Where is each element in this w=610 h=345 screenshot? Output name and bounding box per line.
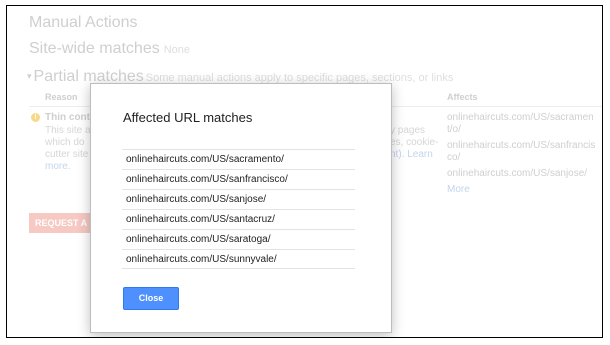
affects-column-header: Affects — [447, 92, 478, 102]
expand-triangle-icon[interactable]: ▾ — [27, 71, 32, 81]
reason-title: Thin cont — [45, 112, 90, 123]
url-list-item: onlinehaircuts.com/US/santacruz/ — [122, 209, 355, 229]
page-title: Manual Actions — [29, 14, 138, 31]
reason-column-header: Reason — [45, 92, 78, 102]
affected-urls-dialog: Affected URL matches onlinehaircuts.com/… — [90, 83, 392, 333]
dialog-title: Affected URL matches — [123, 110, 253, 125]
site-wide-value: None — [163, 44, 191, 56]
reason-line: cutter site — [45, 149, 89, 160]
reason-line: es, cookie- — [390, 137, 439, 148]
url-list-item: onlinehaircuts.com/US/sacramento/ — [122, 149, 355, 169]
site-wide-label: Site-wide matches — [29, 40, 160, 57]
affects-item: onlinehaircuts.com/US/sanjose/ — [447, 168, 588, 179]
affects-item: onlinehaircuts.com/US/sanfrancisco/ — [447, 140, 596, 163]
url-list-item: onlinehaircuts.com/US/saratoga/ — [122, 229, 355, 249]
url-list-item: onlinehaircuts.com/US/sanjose/ — [122, 189, 355, 209]
reason-line: which do — [45, 137, 85, 148]
reason-line: This site a — [45, 125, 91, 136]
close-button[interactable]: Close — [123, 287, 179, 310]
url-list: onlinehaircuts.com/US/sacramento/ online… — [122, 149, 355, 269]
affects-item: onlinehaircuts.com/US/sacrament/o/ — [447, 112, 594, 135]
warning-icon: ! — [31, 113, 40, 122]
reason-line: y pages — [390, 125, 426, 136]
request-review-button[interactable]: REQUEST A — [29, 213, 93, 233]
affects-more-link[interactable]: More — [447, 184, 597, 196]
reason-description: This site a which do cutter site more. — [45, 125, 95, 173]
url-list-item: onlinehaircuts.com/US/sanfrancisco/ — [122, 169, 355, 189]
url-list-item: onlinehaircuts.com/US/sunnyvale/ — [122, 249, 355, 269]
learn-more-link[interactable]: more. — [45, 161, 95, 173]
screenshot-frame: Manual Actions Site-wide matches None ▾ Pa… — [6, 5, 603, 338]
affects-list: onlinehaircuts.com/US/sacrament/o/ onlin… — [447, 112, 597, 196]
site-wide-heading: Site-wide matches None — [29, 40, 190, 58]
learn-link[interactable]: nt). Learn — [390, 149, 440, 161]
reason-description-right: y pages es, cookie- nt). Learn — [390, 125, 440, 161]
